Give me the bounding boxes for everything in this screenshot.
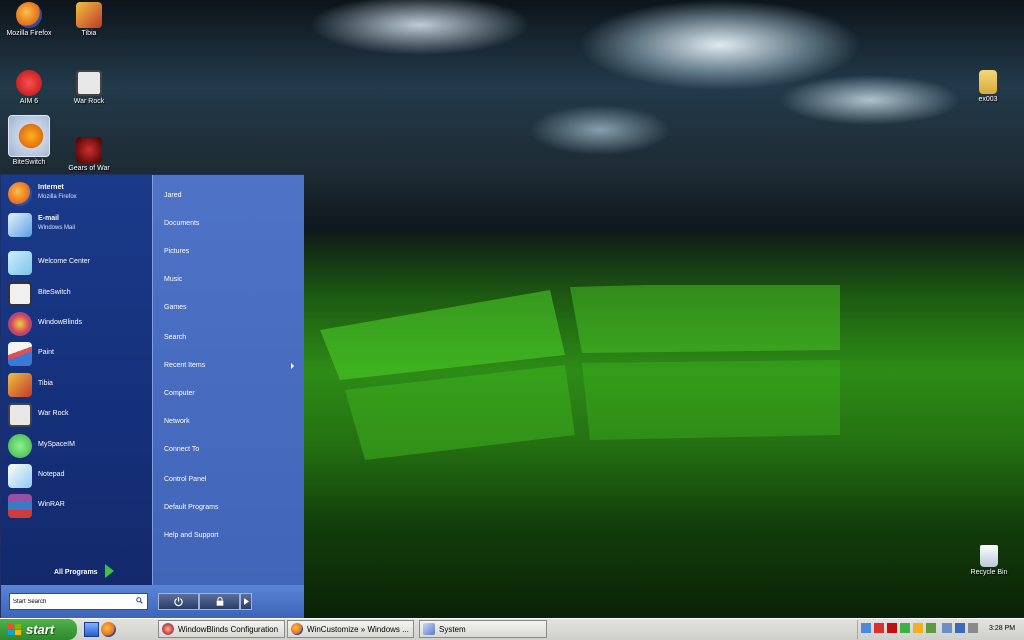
windows-logo-field (320, 285, 840, 460)
folder-icon (979, 70, 997, 94)
war-rock-icon (76, 70, 102, 96)
aim-icon (16, 70, 42, 96)
desktop-icon-mozilla-firefox[interactable]: Mozilla Firefox (1, 2, 57, 37)
network-icon[interactable] (861, 623, 871, 633)
all-programs-link[interactable]: All Programs (54, 569, 98, 576)
messenger-icon[interactable] (900, 623, 910, 633)
arrow-right-icon (244, 598, 249, 605)
shutdown-options-button[interactable] (240, 593, 252, 610)
all-programs-arrow-icon[interactable] (105, 564, 114, 578)
place-music[interactable]: Music (164, 276, 182, 283)
k-app-icon[interactable] (887, 623, 897, 633)
start-item-notepad[interactable]: Notepad (6, 462, 146, 490)
power-icon (174, 596, 183, 607)
desktop-icon-war-rock[interactable]: War Rock (61, 70, 117, 105)
taskbar-button-system[interactable]: System (419, 620, 547, 638)
recycle-bin-icon (980, 545, 998, 567)
clock[interactable]: 3:28 PM (989, 625, 1015, 632)
mail-icon (8, 213, 32, 237)
firefox-quicklaunch-icon[interactable] (101, 622, 116, 637)
start-item-myspaceim[interactable]: MySpaceIM (6, 432, 146, 460)
show-desktop-icon[interactable] (84, 622, 99, 637)
welcome-center-icon (8, 251, 32, 275)
power-button[interactable] (158, 593, 199, 610)
start-menu-places-pane (152, 175, 304, 585)
start-item-windowblinds[interactable]: WindowBlinds (6, 310, 146, 338)
start-item-biteswitch[interactable]: BiteSwitch (6, 280, 146, 308)
place-search[interactable]: Search (164, 334, 186, 341)
firefox-icon (291, 623, 303, 635)
start-item-war-rock[interactable]: War Rock (6, 401, 146, 429)
gears-of-war-icon (76, 137, 102, 163)
windowblinds-icon (162, 623, 174, 635)
firefox-icon (8, 182, 32, 206)
taskbar: start WindowBlinds Configuration WinCust… (0, 618, 1024, 640)
display-icon[interactable] (913, 623, 923, 633)
start-item-winrar[interactable]: WinRAR (6, 492, 146, 520)
place-control-panel[interactable]: Control Panel (164, 476, 206, 483)
biteswitch-icon (8, 115, 50, 157)
system-icon (423, 623, 435, 635)
start-item-internet[interactable]: Internet Mozilla Firefox (6, 180, 146, 208)
antivirus-icon[interactable] (874, 623, 884, 633)
lock-icon (216, 596, 224, 606)
taskbar-button-wincustomize[interactable]: WinCustomize » Windows ... (287, 620, 414, 638)
windowblinds-icon (8, 312, 32, 336)
monitor-icon[interactable] (955, 623, 965, 633)
tibia-icon (8, 373, 32, 397)
desktop-icon-ex003[interactable]: ex003 (960, 70, 1016, 103)
lock-button[interactable] (199, 593, 240, 610)
tibia-icon (76, 2, 102, 28)
desktop-icon-tibia[interactable]: Tibia (61, 2, 117, 37)
volume-icon[interactable] (968, 623, 978, 633)
place-computer[interactable]: Computer (164, 390, 195, 397)
start-item-tibia[interactable]: Tibia (6, 371, 146, 399)
place-help-and-support[interactable]: Help and Support (164, 532, 218, 539)
desktop-icon-gears-of-war[interactable]: Gears of War (61, 137, 117, 172)
start-button[interactable]: start (0, 619, 77, 640)
place-pictures[interactable]: Pictures (164, 248, 189, 255)
device-icon[interactable] (942, 623, 952, 633)
place-default-programs[interactable]: Default Programs (164, 504, 218, 511)
desktop-icon-aim-6[interactable]: AIM 6 (1, 70, 57, 105)
start-item-paint[interactable]: Paint (6, 340, 146, 368)
place-games[interactable]: Games (164, 304, 187, 311)
start-search-input[interactable] (13, 597, 128, 606)
taskbar-button-windowblinds-configuration[interactable]: WindowBlinds Configuration (158, 620, 285, 638)
firefox-icon (16, 2, 42, 28)
notepad-icon (8, 464, 32, 488)
windows-flag-icon (8, 624, 21, 635)
start-search-box[interactable] (9, 593, 148, 610)
myspaceim-icon (8, 434, 32, 458)
submenu-arrow-icon (291, 363, 294, 369)
place-connect-to[interactable]: Connect To (164, 446, 199, 453)
paint-icon (8, 342, 32, 366)
desktop-icon-recycle-bin[interactable]: Recycle Bin (961, 545, 1017, 576)
start-item-welcome-center[interactable]: Welcome Center (6, 249, 146, 277)
place-network[interactable]: Network (164, 418, 190, 425)
system-tray: 3:28 PM (857, 620, 1024, 639)
search-icon[interactable] (136, 597, 143, 604)
biteswitch-icon (8, 282, 32, 306)
place-jared[interactable]: Jared (164, 192, 182, 199)
place-documents[interactable]: Documents (164, 220, 199, 227)
update-icon[interactable] (926, 623, 936, 633)
start-item-email[interactable]: E-mail Windows Mail (6, 211, 146, 239)
start-menu-programs-pane: Internet Mozilla Firefox E-mail Windows … (1, 175, 152, 585)
place-recent-items[interactable]: Recent Items (164, 362, 205, 369)
winrar-icon (8, 494, 32, 518)
war-rock-icon (8, 403, 32, 427)
start-menu: Internet Mozilla Firefox E-mail Windows … (0, 174, 304, 618)
desktop-icon-biteswitch[interactable]: BiteSwitch (1, 115, 57, 166)
